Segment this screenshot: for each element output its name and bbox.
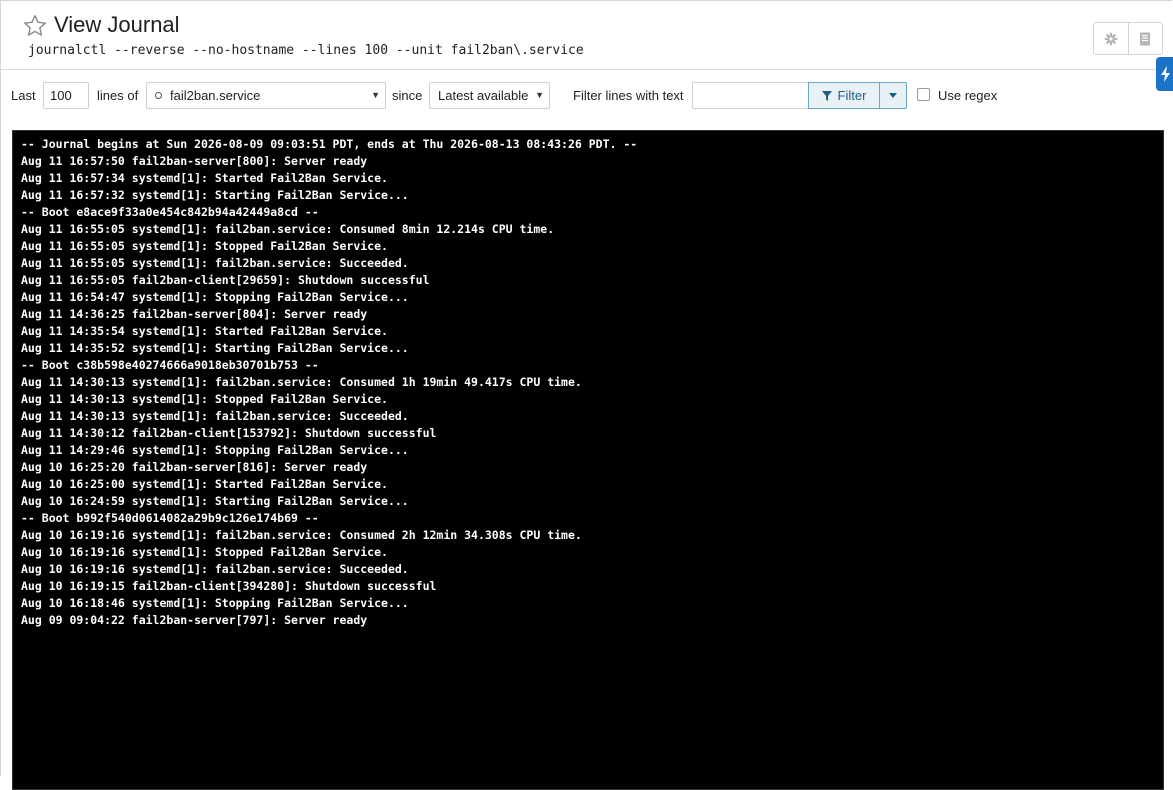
journal-line: Aug 11 16:55:05 systemd[1]: fail2ban.ser… [21, 222, 555, 236]
journal-line: Aug 11 16:54:47 systemd[1]: Stopping Fai… [21, 290, 409, 304]
journal-line: Aug 11 14:35:54 systemd[1]: Started Fail… [21, 324, 388, 338]
since-select[interactable]: Latest available ▼ [429, 82, 550, 109]
header-button-group [1093, 22, 1163, 55]
journalctl-command: journalctl --reverse --no-hostname --lin… [28, 43, 584, 58]
gear-icon [1104, 32, 1118, 45]
journal-line: Aug 11 16:57:32 systemd[1]: Starting Fai… [21, 188, 409, 202]
journal-line: Aug 10 16:19:16 systemd[1]: Stopped Fail… [21, 545, 388, 559]
journal-line: Aug 11 14:35:52 systemd[1]: Starting Fai… [21, 341, 409, 355]
journal-line: Aug 10 16:24:59 systemd[1]: Starting Fai… [21, 494, 409, 508]
unit-select-value: fail2ban.service [170, 88, 261, 103]
journal-line: Aug 10 16:25:20 fail2ban-server[816]: Se… [21, 460, 368, 474]
use-regex-checkbox[interactable] [917, 88, 930, 101]
journal-line: Aug 11 14:29:46 systemd[1]: Stopping Fai… [21, 443, 409, 457]
settings-button[interactable] [1094, 23, 1128, 54]
filter-button[interactable]: Filter [808, 82, 880, 109]
journal-line: Aug 10 16:19:15 fail2ban-client[394280]:… [21, 579, 437, 593]
journal-line: Aug 11 16:57:34 systemd[1]: Started Fail… [21, 171, 388, 185]
book-icon [1140, 32, 1151, 45]
lines-count-input[interactable] [43, 82, 89, 109]
journal-line: -- Journal begins at Sun 2026-08-09 09:0… [21, 137, 638, 151]
journal-line: Aug 10 16:19:16 systemd[1]: fail2ban.ser… [21, 562, 409, 576]
filter-text-label: Filter lines with text [573, 88, 684, 103]
star-outline-icon[interactable] [22, 13, 48, 39]
filter-options-dropdown[interactable] [879, 82, 907, 109]
journal-line: -- Boot e8ace9f33a0e454c842b94a42449a8cd… [21, 205, 319, 219]
journal-line: Aug 10 16:18:46 systemd[1]: Stopping Fai… [21, 596, 409, 610]
funnel-icon [821, 90, 832, 101]
unit-select[interactable]: fail2ban.service ▼ [146, 82, 386, 109]
filter-button-label: Filter [837, 88, 867, 103]
journal-line: Aug 11 14:30:12 fail2ban-client[153792]:… [21, 426, 437, 440]
lines-of-label: lines of [97, 88, 139, 103]
use-regex-label: Use regex [938, 88, 998, 103]
journal-line: Aug 11 16:55:05 systemd[1]: Stopped Fail… [21, 239, 388, 253]
journal-line: Aug 11 16:57:50 fail2ban-server[800]: Se… [21, 154, 368, 168]
journal-line: Aug 11 14:36:25 fail2ban-server[804]: Se… [21, 307, 368, 321]
manual-button[interactable] [1127, 23, 1163, 54]
filter-text-input[interactable] [692, 82, 810, 109]
caret-down-icon [889, 93, 897, 98]
caret-down-icon: ▼ [535, 90, 544, 100]
unit-status-icon [155, 92, 162, 99]
journal-line: Aug 11 14:30:13 systemd[1]: fail2ban.ser… [21, 409, 409, 423]
caret-down-icon: ▼ [371, 90, 380, 100]
last-label: Last [11, 88, 36, 103]
journal-line: Aug 11 16:55:05 fail2ban-client[29659]: … [21, 273, 430, 287]
since-select-value: Latest available [438, 88, 529, 103]
journal-line: Aug 11 14:30:13 systemd[1]: fail2ban.ser… [21, 375, 582, 389]
page-header: View Journal journalctl --reverse --no-h… [1, 1, 1173, 70]
journal-line: Aug 10 16:25:00 systemd[1]: Started Fail… [21, 477, 388, 491]
journal-line: Aug 11 14:30:13 systemd[1]: Stopped Fail… [21, 392, 388, 406]
journal-line: Aug 10 16:19:16 systemd[1]: fail2ban.ser… [21, 528, 582, 542]
page-title: View Journal [54, 12, 180, 37]
journal-output[interactable]: -- Journal begins at Sun 2026-08-09 09:0… [12, 130, 1164, 790]
journal-line: Aug 09 09:04:22 fail2ban-server[797]: Se… [21, 613, 368, 627]
journal-filter-toolbar: Last lines of fail2ban.service ▼ since L… [0, 80, 1173, 112]
journal-line: -- Boot b992f540d0614082a29b9c126e174b69… [21, 511, 319, 525]
journal-line: -- Boot c38b598e40274666a9018eb30701b753… [21, 358, 319, 372]
journal-line: Aug 11 16:55:05 systemd[1]: fail2ban.ser… [21, 256, 409, 270]
since-label: since [392, 88, 423, 103]
